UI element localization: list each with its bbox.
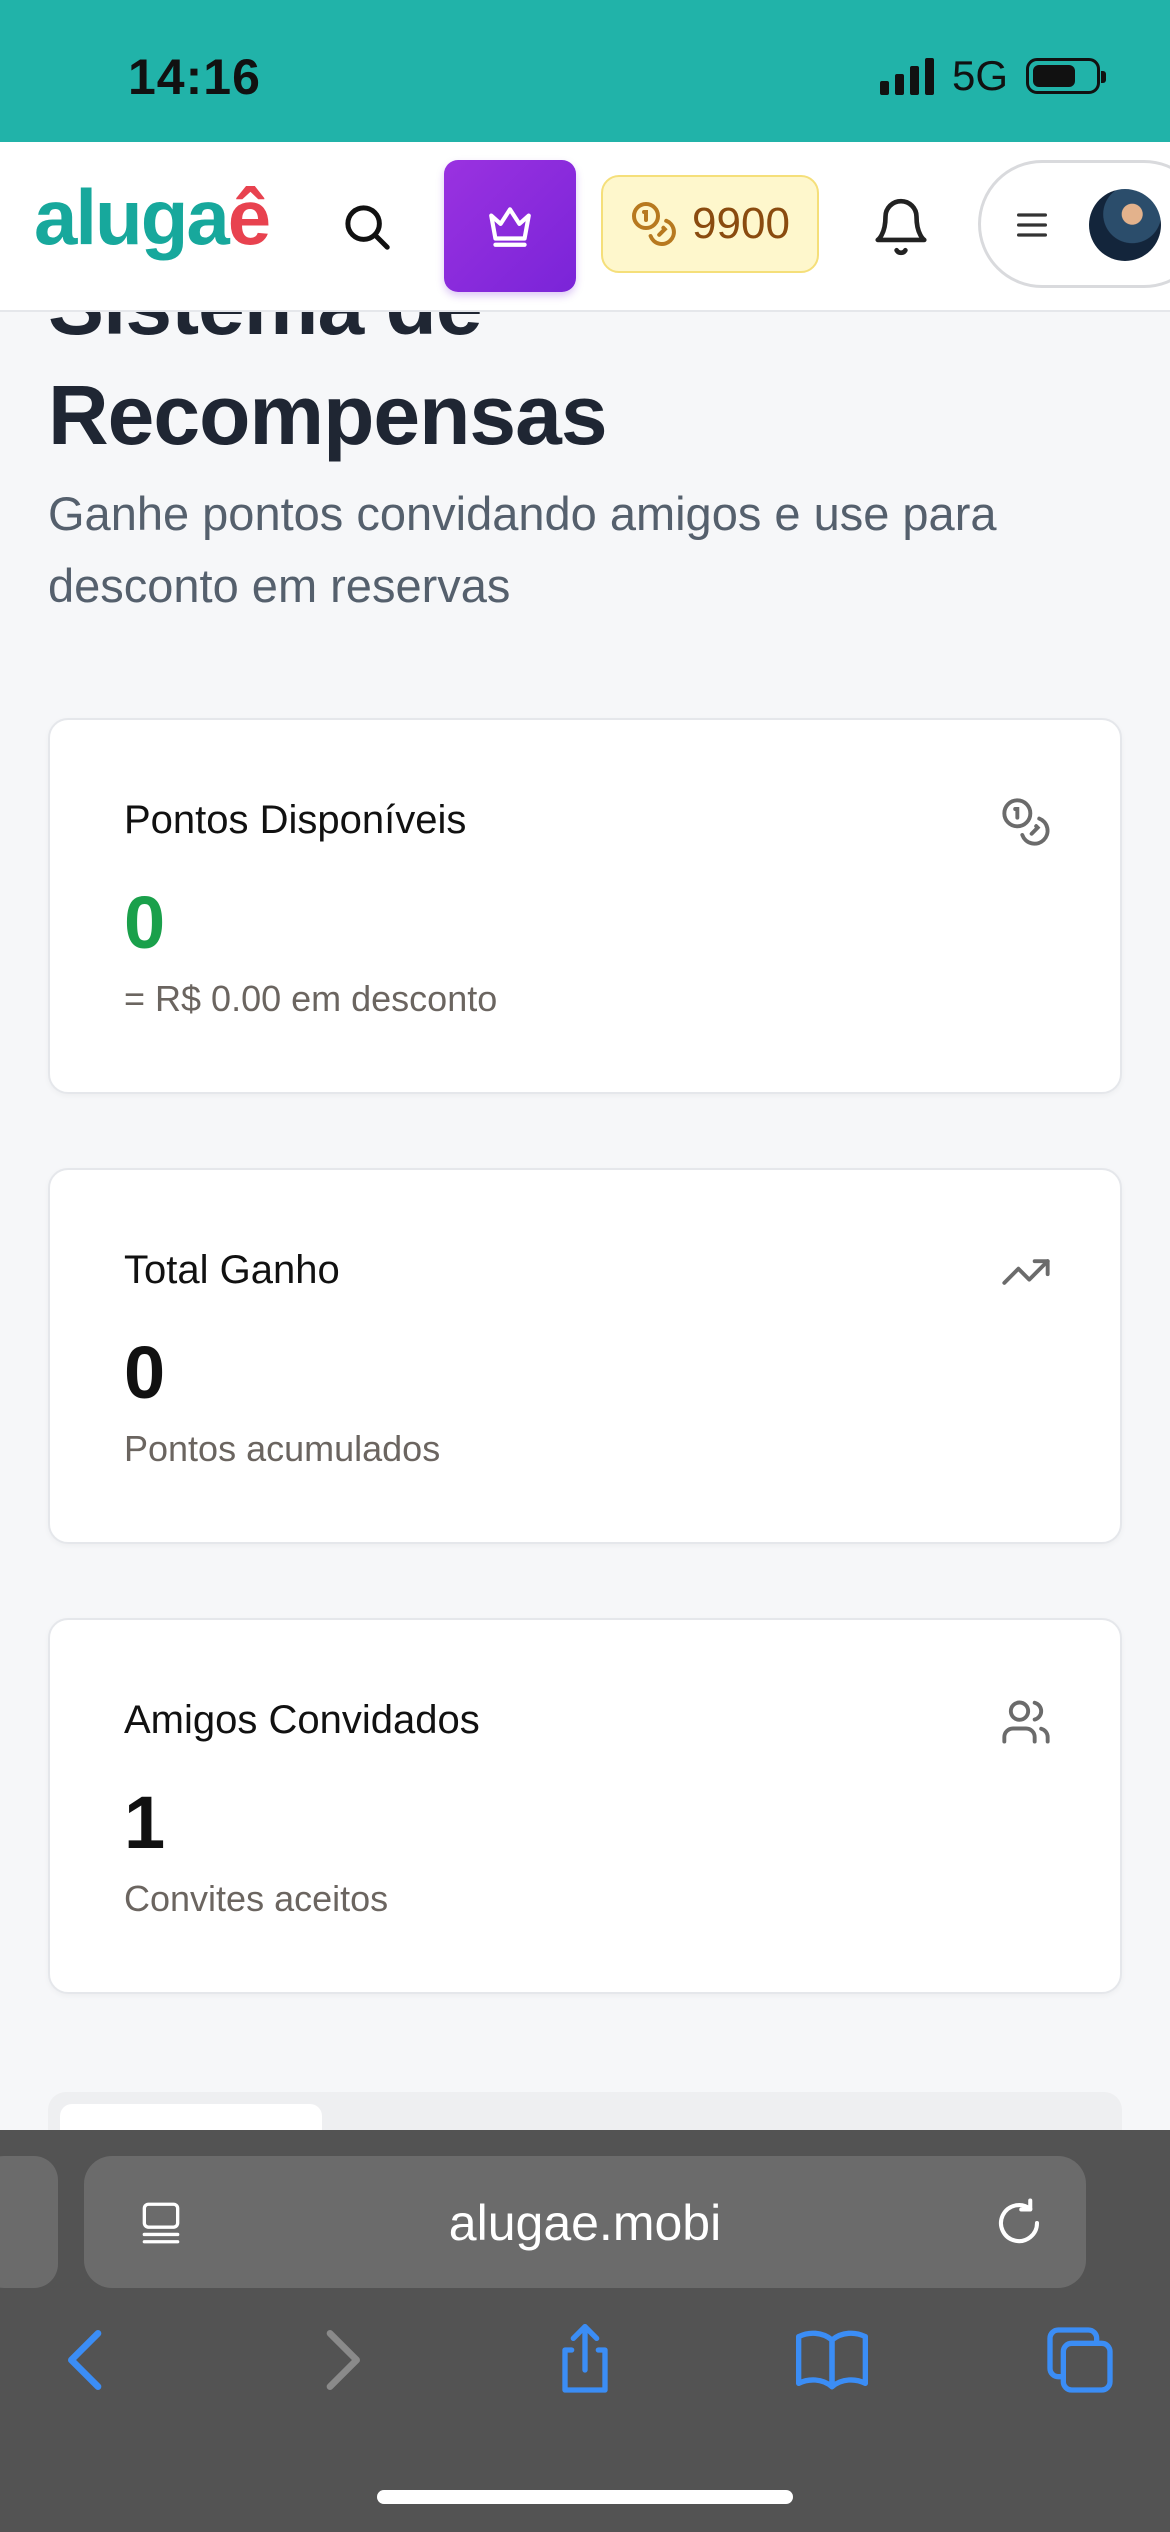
notifications-button[interactable] (870, 196, 932, 258)
share-button[interactable] (545, 2320, 625, 2400)
menu-icon (1017, 213, 1047, 237)
signal-icon (879, 57, 934, 95)
previous-tab-preview[interactable] (0, 2156, 58, 2288)
card-caption: = R$ 0.00 em desconto (124, 978, 498, 1019)
tabs-icon (1047, 2327, 1113, 2393)
card-caption: Pontos acumulados (124, 1428, 441, 1469)
users-icon (1002, 1700, 1050, 1744)
back-button[interactable] (48, 2320, 128, 2400)
browser-toolbar: alugae.mobi (0, 2130, 1170, 2532)
chevron-left-icon (68, 2330, 102, 2390)
logo-text-part2: ê (227, 173, 271, 261)
card-caption: Convites aceitos (124, 1878, 389, 1919)
book-icon (796, 2330, 868, 2390)
card-label: Amigos Convidados (124, 1698, 480, 1742)
points-balance-chip[interactable]: 9900 (601, 175, 819, 273)
tabs-button[interactable] (1040, 2320, 1120, 2400)
card-label: Pontos Disponíveis (124, 798, 467, 842)
premium-button[interactable] (444, 160, 576, 292)
url-text: alugae.mobi (448, 2195, 722, 2251)
share-icon (562, 2324, 608, 2393)
card-value: 1 (124, 1781, 166, 1864)
user-menu-button[interactable] (978, 160, 1170, 288)
forward-button[interactable] (300, 2320, 380, 2400)
bell-icon (875, 198, 927, 256)
address-bar[interactable]: alugae.mobi (84, 2156, 1086, 2288)
app-header: alugaê 9900 (0, 142, 1170, 312)
logo-text-part1: aluga (34, 173, 230, 261)
page-title-line2: Recompensas (48, 368, 608, 462)
status-indicators: 5G (879, 52, 1106, 100)
coins-icon (1002, 798, 1050, 846)
page-subtitle: Ganhe pontos convidando amigos e use par… (48, 487, 997, 612)
card-label: Total Ganho (124, 1248, 340, 1292)
total-earned-card: Total Ganho 0 Pontos acumulados (48, 1168, 1122, 1544)
invited-friends-card: Amigos Convidados 1 Convites aceitos (48, 1618, 1122, 1994)
bookmarks-button[interactable] (792, 2320, 872, 2400)
status-time: 14:16 (128, 49, 261, 105)
alugae-logo[interactable]: alugaê (34, 178, 271, 256)
crown-icon (489, 207, 531, 247)
search-button[interactable] (340, 200, 394, 254)
search-icon (345, 205, 390, 250)
card-value: 0 (124, 881, 166, 964)
card-value: 0 (124, 1331, 166, 1414)
status-bar: 14:16 5G (0, 0, 1170, 142)
network-label: 5G (951, 52, 1008, 99)
trending-up-icon (1002, 1259, 1050, 1285)
available-points-card: Pontos Disponíveis 0 = R$ 0.00 em descon… (48, 718, 1122, 1094)
avatar (1089, 189, 1161, 261)
chevron-right-icon (326, 2330, 360, 2390)
home-indicator (377, 2490, 793, 2504)
reload-icon[interactable] (992, 2196, 1046, 2250)
battery-icon (1026, 58, 1106, 94)
coins-icon (632, 202, 676, 246)
points-balance-value: 9900 (692, 199, 790, 248)
